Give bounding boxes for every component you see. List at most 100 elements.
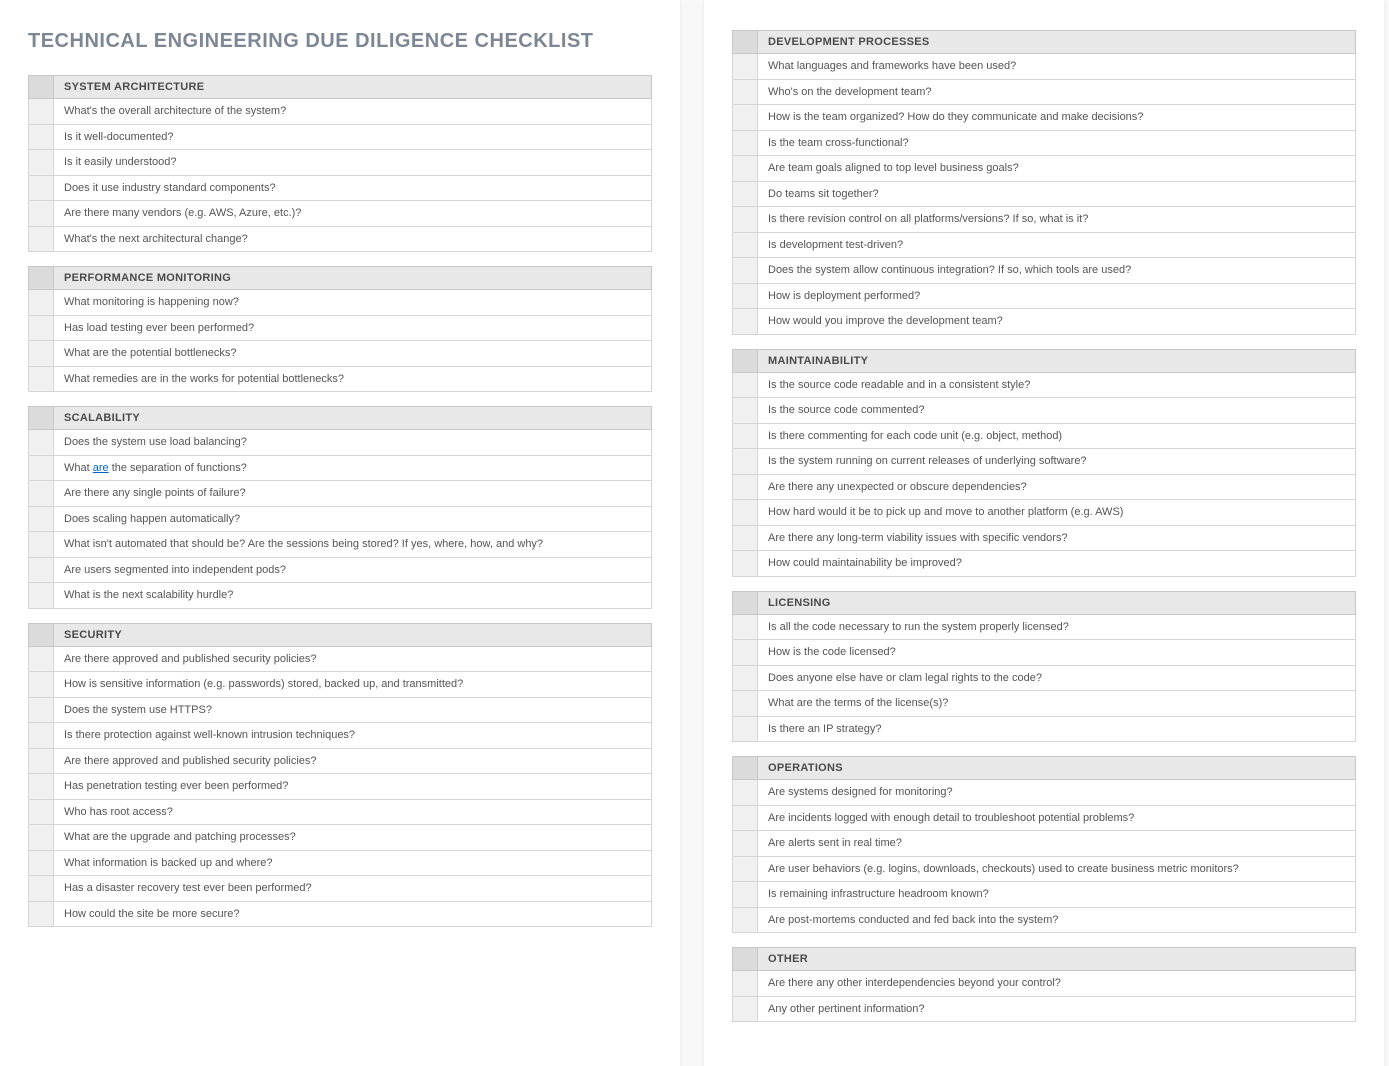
item-text: Are team goals aligned to top level busi… [758, 156, 1356, 182]
check-cell[interactable] [732, 908, 758, 934]
check-cell[interactable] [732, 156, 758, 182]
check-cell[interactable] [28, 430, 54, 456]
item-text: Does the system allow continuous integra… [758, 258, 1356, 284]
check-cell[interactable] [28, 125, 54, 151]
check-cell[interactable] [732, 80, 758, 106]
check-cell[interactable] [732, 309, 758, 335]
check-cell[interactable] [732, 284, 758, 310]
section-title: SECURITY [54, 623, 652, 647]
item-text: Are there any long-term viability issues… [758, 526, 1356, 552]
section-title: OPERATIONS [758, 756, 1356, 780]
check-cell[interactable] [732, 233, 758, 259]
check-cell[interactable] [28, 723, 54, 749]
item-text: Are there any other interdependencies be… [758, 971, 1356, 997]
checklist-row: What monitoring is happening now? [28, 290, 652, 316]
checklist-row: How is the code licensed? [732, 640, 1356, 666]
item-text: Is there revision control on all platfor… [758, 207, 1356, 233]
check-cell[interactable] [732, 640, 758, 666]
check-cell[interactable] [28, 227, 54, 253]
checklist-row: Is there protection against well-known i… [28, 723, 652, 749]
item-text: Are there any single points of failure? [54, 481, 652, 507]
checklist-row: Are there any single points of failure? [28, 481, 652, 507]
checklist-row: Does the system allow continuous integra… [732, 258, 1356, 284]
section-title: DEVELOPMENT PROCESSES [758, 30, 1356, 54]
check-cell[interactable] [732, 54, 758, 80]
check-cell[interactable] [28, 647, 54, 673]
item-text: How would you improve the development te… [758, 309, 1356, 335]
checklist-row: Is the system running on current release… [732, 449, 1356, 475]
check-cell[interactable] [28, 367, 54, 393]
check-cell[interactable] [732, 780, 758, 806]
checklist-row: Are post-mortems conducted and fed back … [732, 908, 1356, 934]
item-text: Are there any unexpected or obscure depe… [758, 475, 1356, 501]
check-cell[interactable] [732, 551, 758, 577]
check-cell[interactable] [28, 583, 54, 609]
check-cell[interactable] [28, 316, 54, 342]
check-cell[interactable] [732, 131, 758, 157]
check-cell[interactable] [732, 666, 758, 692]
check-cell[interactable] [28, 749, 54, 775]
check-cell[interactable] [28, 851, 54, 877]
check-cell[interactable] [28, 481, 54, 507]
checklist-row: What isn't automated that should be? Are… [28, 532, 652, 558]
check-cell[interactable] [732, 997, 758, 1023]
check-cell[interactable] [28, 558, 54, 584]
section-header: SYSTEM ARCHITECTURE [28, 75, 652, 99]
item-text: What isn't automated that should be? Are… [54, 532, 652, 558]
check-cell[interactable] [732, 424, 758, 450]
section-title: PERFORMANCE MONITORING [54, 266, 652, 290]
checklist-row: What is the next scalability hurdle? [28, 583, 652, 609]
check-cell[interactable] [28, 774, 54, 800]
check-cell[interactable] [732, 971, 758, 997]
checklist-row: Is the team cross-functional? [732, 131, 1356, 157]
check-cell[interactable] [28, 698, 54, 724]
checklist-row: How could maintainability be improved? [732, 551, 1356, 577]
check-cell[interactable] [732, 615, 758, 641]
checklist-row: How is sensitive information (e.g. passw… [28, 672, 652, 698]
check-cell[interactable] [732, 475, 758, 501]
check-cell[interactable] [28, 507, 54, 533]
check-cell[interactable] [732, 449, 758, 475]
header-check-cell [732, 756, 758, 780]
check-cell[interactable] [28, 99, 54, 125]
header-check-cell [732, 349, 758, 373]
check-cell[interactable] [28, 341, 54, 367]
checklist-row: Are user behaviors (e.g. logins, downloa… [732, 857, 1356, 883]
check-cell[interactable] [732, 857, 758, 883]
check-cell[interactable] [732, 105, 758, 131]
check-cell[interactable] [732, 398, 758, 424]
page-title: TECHNICAL ENGINEERING DUE DILIGENCE CHEC… [28, 30, 652, 53]
check-cell[interactable] [28, 825, 54, 851]
check-cell[interactable] [28, 290, 54, 316]
section-title: MAINTAINABILITY [758, 349, 1356, 373]
checklist-row: Is there commenting for each code unit (… [732, 424, 1356, 450]
item-text: Does anyone else have or clam legal righ… [758, 666, 1356, 692]
checklist-row: Are incidents logged with enough detail … [732, 806, 1356, 832]
check-cell[interactable] [732, 500, 758, 526]
check-cell[interactable] [732, 373, 758, 399]
check-cell[interactable] [28, 876, 54, 902]
section-title: SCALABILITY [54, 406, 652, 430]
checklist-section: SYSTEM ARCHITECTUREWhat's the overall ar… [28, 75, 652, 252]
check-cell[interactable] [28, 532, 54, 558]
check-cell[interactable] [28, 150, 54, 176]
check-cell[interactable] [28, 672, 54, 698]
check-cell[interactable] [732, 831, 758, 857]
check-cell[interactable] [28, 800, 54, 826]
check-cell[interactable] [732, 526, 758, 552]
checklist-row: Are there any other interdependencies be… [732, 971, 1356, 997]
checklist-row: Is it well-documented? [28, 125, 652, 151]
item-text: Any other pertinent information? [758, 997, 1356, 1023]
check-cell[interactable] [732, 691, 758, 717]
check-cell[interactable] [28, 456, 54, 482]
check-cell[interactable] [732, 207, 758, 233]
check-cell[interactable] [28, 902, 54, 928]
check-cell[interactable] [28, 201, 54, 227]
checklist-section: SECURITYAre there approved and published… [28, 623, 652, 928]
check-cell[interactable] [28, 176, 54, 202]
check-cell[interactable] [732, 806, 758, 832]
check-cell[interactable] [732, 182, 758, 208]
check-cell[interactable] [732, 717, 758, 743]
check-cell[interactable] [732, 258, 758, 284]
checklist-row: Is development test-driven? [732, 233, 1356, 259]
